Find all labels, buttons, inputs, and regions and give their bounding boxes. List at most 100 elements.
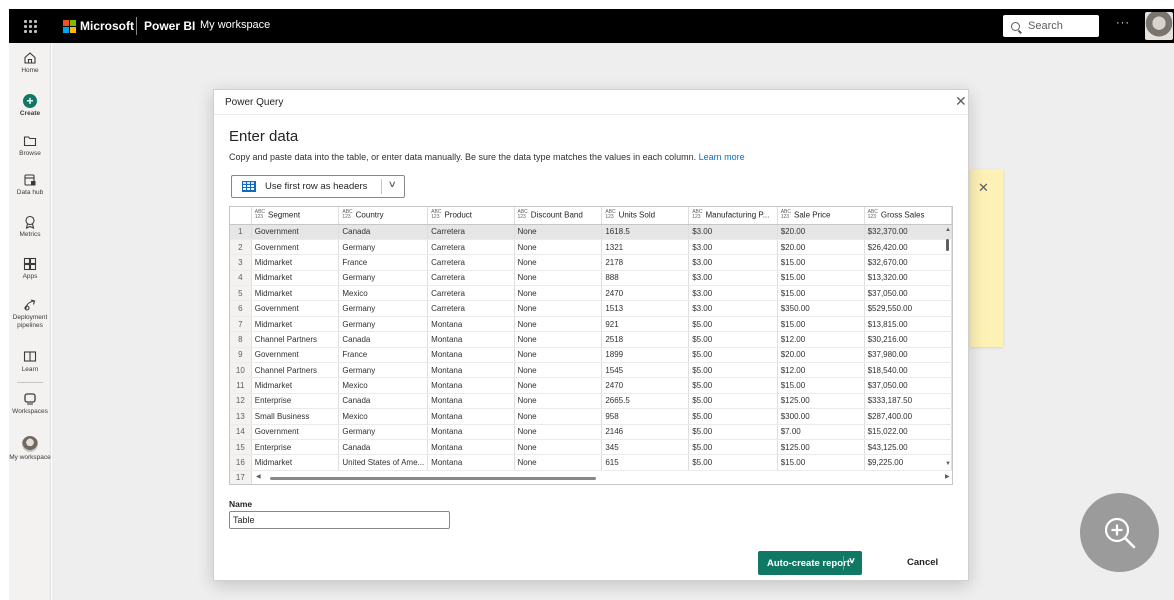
table-cell[interactable]: $37,980.00: [864, 347, 952, 364]
table-cell[interactable]: None: [514, 285, 603, 302]
table-cell[interactable]: Carretera: [427, 254, 515, 271]
table-cell[interactable]: Canada: [338, 224, 429, 240]
table-cell[interactable]: $5.00: [688, 347, 778, 364]
table-cell[interactable]: 615: [601, 454, 690, 471]
table-row[interactable]: 5 Midmarket Mexico Carretera None 2470 $3.00 $1…: [230, 285, 952, 302]
table-cell[interactable]: $7.00: [777, 424, 865, 440]
table-cell[interactable]: $15.00: [777, 454, 865, 471]
table-cell[interactable]: 1618.5: [601, 224, 690, 240]
column-header[interactable]: ABC 123 Segment: [251, 207, 340, 225]
table-row[interactable]: 9 Government France Montana None 1899 $5.00 $20…: [230, 347, 952, 364]
table-cell[interactable]: Montana: [427, 331, 515, 348]
table-cell[interactable]: $37,050.00: [864, 285, 952, 302]
table-cell[interactable]: $5.00: [688, 331, 778, 348]
row-number[interactable]: 8: [230, 331, 252, 348]
table-cell[interactable]: Germany: [338, 270, 429, 287]
table-cell[interactable]: $5.00: [688, 362, 778, 379]
data-type-icon[interactable]: ABC 123: [868, 210, 878, 220]
table-cell[interactable]: Montana: [427, 424, 515, 440]
table-row[interactable]: 7 Midmarket Germany Montana None 921 $5.00 $15.…: [230, 316, 952, 333]
table-cell[interactable]: Mexico: [338, 285, 429, 302]
table-cell[interactable]: Montana: [427, 393, 515, 410]
zoom-button[interactable]: [1080, 493, 1159, 572]
table-row[interactable]: 14 Government Germany Montana None 2146 $5.00 $…: [230, 424, 952, 440]
row-number[interactable]: 15: [230, 439, 252, 456]
table-cell[interactable]: None: [514, 362, 603, 379]
table-cell[interactable]: $3.00: [688, 239, 778, 256]
row-number[interactable]: 16: [230, 454, 252, 471]
column-header[interactable]: ABC 123 Product: [427, 207, 515, 225]
table-cell[interactable]: $5.00: [688, 424, 778, 440]
table-cell[interactable]: None: [514, 254, 603, 271]
table-cell[interactable]: Small Business: [251, 408, 340, 425]
nav-item-apps[interactable]: Apps: [9, 257, 51, 281]
horizontal-scrollbar[interactable]: ◀ ▶: [254, 471, 952, 484]
nav-item-home[interactable]: Home: [9, 51, 51, 75]
data-type-icon[interactable]: ABC 123: [692, 210, 702, 220]
table-row[interactable]: 16 Midmarket United States of Ame... Montan…: [230, 454, 952, 471]
nav-item-metrics[interactable]: Metrics: [9, 215, 51, 239]
account-avatar[interactable]: [1145, 12, 1173, 40]
table-cell[interactable]: $20.00: [777, 224, 865, 240]
table-cell[interactable]: Government: [251, 300, 340, 317]
column-header[interactable]: ABC 123 Gross Sales: [864, 207, 952, 225]
table-cell[interactable]: Channel Partners: [251, 331, 340, 348]
table-cell[interactable]: Mexico: [338, 377, 429, 394]
table-row[interactable]: 3 Midmarket France Carretera None 2178 $3.00 $1…: [230, 254, 952, 271]
table-cell[interactable]: $15,022.00: [864, 424, 952, 440]
table-cell[interactable]: $9,225.00: [864, 454, 952, 471]
table-cell[interactable]: $30,216.00: [864, 331, 952, 348]
table-cell[interactable]: Germany: [338, 362, 429, 379]
table-cell[interactable]: 1321: [601, 239, 690, 256]
table-cell[interactable]: $3.00: [688, 270, 778, 287]
row-number[interactable]: 6: [230, 300, 252, 317]
chevron-down-icon[interactable]: ∨: [848, 556, 856, 565]
table-cell[interactable]: $5.00: [688, 454, 778, 471]
table-row[interactable]: 1 Government Canada Carretera None 1618.5 $3.0…: [230, 224, 952, 240]
scroll-down-icon[interactable]: ▼: [945, 461, 951, 467]
table-cell[interactable]: $15.00: [777, 285, 865, 302]
table-cell[interactable]: Midmarket: [251, 454, 340, 471]
product-name[interactable]: Power BI: [144, 19, 195, 33]
table-cell[interactable]: $12.00: [777, 331, 865, 348]
table-cell[interactable]: 2470: [601, 285, 690, 302]
table-cell[interactable]: None: [514, 224, 603, 240]
chevron-down-icon[interactable]: ∨: [388, 179, 397, 190]
table-cell[interactable]: None: [514, 270, 603, 287]
vertical-scrollbar[interactable]: ▲ ▼: [943, 225, 952, 470]
learn-more-link[interactable]: Learn more: [699, 152, 745, 162]
table-row[interactable]: 8 Channel Partners Canada Montana None 2518 $5…: [230, 331, 952, 348]
table-cell[interactable]: $300.00: [777, 408, 865, 425]
nav-item-deployment-pipelines[interactable]: Deployment pipelines: [9, 298, 51, 330]
table-cell[interactable]: Montana: [427, 377, 515, 394]
table-cell[interactable]: $20.00: [777, 239, 865, 256]
table-cell[interactable]: $287,400.00: [864, 408, 952, 425]
column-header[interactable]: ABC 123 Manufacturing P...: [688, 207, 778, 225]
data-type-icon[interactable]: ABC 123: [255, 210, 265, 220]
table-cell[interactable]: Canada: [338, 393, 429, 410]
table-cell[interactable]: $26,420.00: [864, 239, 952, 256]
table-cell[interactable]: Montana: [427, 408, 515, 425]
table-cell[interactable]: Montana: [427, 347, 515, 364]
table-cell[interactable]: 888: [601, 270, 690, 287]
scroll-right-icon[interactable]: ▶: [945, 473, 950, 480]
column-header[interactable]: ABC 123 Discount Band: [514, 207, 603, 225]
nav-item-data-hub[interactable]: Data hub: [9, 173, 51, 197]
table-cell[interactable]: $5.00: [688, 316, 778, 333]
row-number[interactable]: 17: [230, 470, 252, 484]
scroll-left-icon[interactable]: ◀: [256, 473, 261, 480]
table-cell[interactable]: Carretera: [427, 239, 515, 256]
table-cell[interactable]: 1545: [601, 362, 690, 379]
table-cell[interactable]: $15.00: [777, 316, 865, 333]
table-cell[interactable]: Government: [251, 347, 340, 364]
table-cell[interactable]: Germany: [338, 316, 429, 333]
table-cell[interactable]: $5.00: [688, 393, 778, 410]
table-cell[interactable]: Canada: [338, 439, 429, 456]
table-cell[interactable]: France: [338, 254, 429, 271]
table-cell[interactable]: Carretera: [427, 300, 515, 317]
row-number[interactable]: 3: [230, 254, 252, 271]
table-cell[interactable]: 2518: [601, 331, 690, 348]
nav-item-my-workspace[interactable]: My workspace: [9, 436, 51, 462]
row-number[interactable]: 13: [230, 408, 252, 425]
table-cell[interactable]: $20.00: [777, 347, 865, 364]
